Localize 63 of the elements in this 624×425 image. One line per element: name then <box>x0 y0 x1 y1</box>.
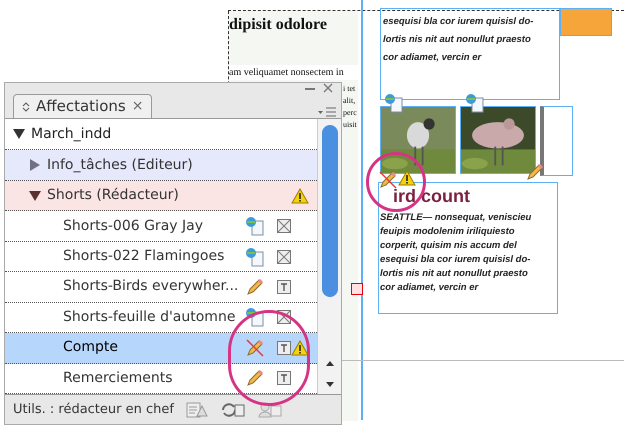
story-text: lortis nis nit aut nonullut praesto <box>380 267 529 281</box>
crossed-pencil-icon <box>378 170 398 190</box>
tab-label: Affectations <box>36 96 126 118</box>
graphic-frame-icon <box>277 250 291 264</box>
pencil-icon <box>245 368 265 388</box>
story-text: lortis nis nit aut nonullut praesto <box>383 33 532 47</box>
content-row[interactable]: Remerciements <box>5 364 317 394</box>
graphic-frame <box>540 106 573 176</box>
overset-marker <box>351 283 363 295</box>
headline: dipisit odolore <box>229 15 328 35</box>
warning-icon <box>398 170 416 186</box>
body-text: perc <box>343 107 358 119</box>
pencil-icon <box>245 276 265 297</box>
story-text: corperit, quisim nis accum del <box>380 239 518 253</box>
content-label: Compte <box>63 338 119 358</box>
collapsed-triangle-icon[interactable] <box>29 159 41 172</box>
story-text: esequisi bla cor iurem quisisl do- <box>380 253 532 267</box>
tab-arrows-icon <box>22 102 30 112</box>
globe-document-icon <box>244 216 266 236</box>
update-icon[interactable] <box>220 402 246 418</box>
story-heading: ird count <box>393 185 471 207</box>
expanded-triangle-icon[interactable] <box>13 128 25 140</box>
content-row[interactable]: Shorts-feuille d'automne <box>5 302 317 334</box>
assignment-row[interactable]: Shorts (Rédacteur) <box>5 180 317 212</box>
story-text: cor adiamet, vercin er <box>380 281 480 295</box>
note-warning-icon[interactable] <box>186 402 208 418</box>
story-text: esequisi bla cor iurem quisisl do- <box>383 15 534 29</box>
text-frame-icon <box>277 371 291 386</box>
crossed-pencil-icon <box>245 338 265 358</box>
document-name: March_indd <box>31 124 112 144</box>
body-text: i tet <box>343 83 356 95</box>
pencil-icon <box>525 162 545 182</box>
graphic-frame-icon <box>277 219 291 234</box>
assignment-row[interactable]: Info_tâches (Editeur) <box>5 150 317 181</box>
close-icon[interactable] <box>323 83 333 93</box>
text-frame-icon <box>277 340 291 355</box>
assignment-label: Shorts (Rédacteur) <box>47 186 180 206</box>
expanded-triangle-icon[interactable] <box>29 190 41 202</box>
globe-document-icon <box>383 93 405 113</box>
menu-icon[interactable] <box>317 106 337 118</box>
warning-icon <box>291 188 309 204</box>
globe-document-icon <box>244 307 266 328</box>
content-label: Shorts-feuille d'automne <box>63 308 236 327</box>
body-text: am veliquamet nonsectem in <box>229 65 358 80</box>
story-text: feuipis modolenim iriliquiesto <box>380 225 516 239</box>
content-label: Shorts-Birds everywher... <box>63 277 240 296</box>
tab-close[interactable]: × <box>132 96 144 117</box>
assignment-label: Info_tâches (Editeur) <box>47 156 194 175</box>
content-label: Shorts-022 Flamingoes <box>63 247 226 266</box>
story-text: SEATTLE— nonsequat, veniscieu <box>380 211 532 225</box>
body-text: alit, <box>343 95 356 107</box>
body-text: uisit <box>343 119 358 131</box>
globe-document-icon <box>464 93 486 113</box>
text-frame-icon <box>277 280 291 294</box>
content-label: Shorts-006 Gray Jay <box>63 216 204 236</box>
scrollbar[interactable] <box>317 119 341 394</box>
content-label: Remerciements <box>63 368 174 388</box>
globe-document-icon <box>244 246 266 266</box>
small-warning-icon <box>291 340 309 356</box>
panel-tab[interactable]: Affectations × <box>13 94 152 118</box>
story-text: cor adiamet, vercin er <box>383 51 482 65</box>
content-row[interactable]: Compte <box>5 333 317 364</box>
footer-text: Utils. : rédacteur en chef <box>13 400 174 419</box>
